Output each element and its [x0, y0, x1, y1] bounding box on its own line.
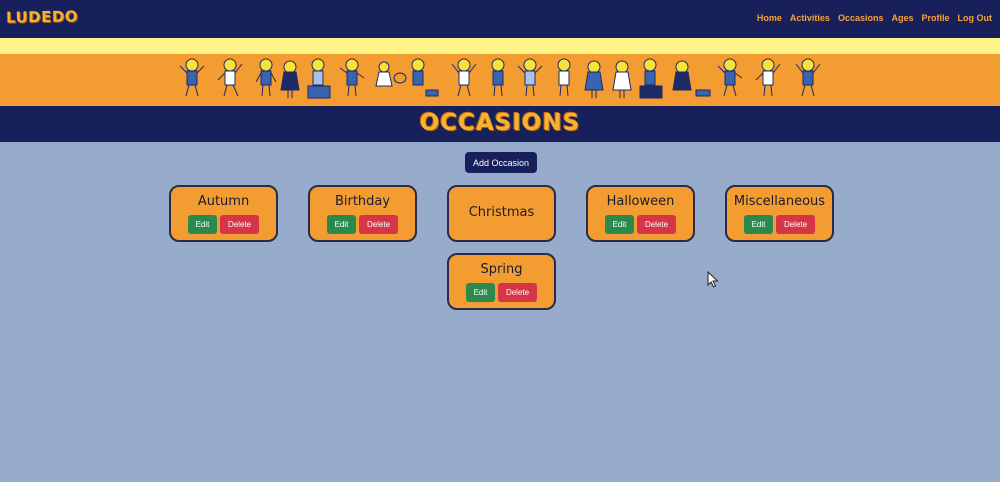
nav-logout[interactable]: Log Out	[958, 13, 993, 23]
delete-button[interactable]: Delete	[637, 215, 676, 234]
occasion-card-halloween: Halloween Edit Delete	[586, 185, 695, 242]
mouse-pointer-icon	[707, 271, 719, 288]
occasion-card-christmas: Christmas	[447, 185, 556, 242]
card-actions: Edit Delete	[588, 215, 693, 234]
nav-ages[interactable]: Ages	[891, 13, 913, 23]
edit-button[interactable]: Edit	[744, 215, 773, 234]
card-actions: Edit Delete	[727, 215, 832, 234]
occasion-name[interactable]: Spring	[449, 262, 554, 277]
occasion-name[interactable]: Birthday	[310, 194, 415, 209]
occasion-card-miscellaneous: Miscellaneous Edit Delete	[725, 185, 834, 242]
card-actions: Edit Delete	[449, 283, 554, 302]
yellow-band	[0, 38, 1000, 54]
edit-button[interactable]: Edit	[188, 215, 217, 234]
nav-occasions[interactable]: Occasions	[838, 13, 884, 23]
delete-button[interactable]: Delete	[359, 215, 398, 234]
nav-profile[interactable]: Profile	[921, 13, 949, 23]
occasion-card-birthday: Birthday Edit Delete	[308, 185, 417, 242]
top-navbar: LUDEDO Home Activities Occasions Ages Pr…	[0, 0, 1000, 38]
occasion-card-spring: Spring Edit Delete	[447, 253, 556, 310]
delete-button[interactable]: Delete	[498, 283, 537, 302]
occasion-card-autumn: Autumn Edit Delete	[169, 185, 278, 242]
children-banner-illustration	[179, 58, 821, 99]
occasion-name[interactable]: Autumn	[171, 194, 276, 209]
occasion-name[interactable]: Christmas	[449, 205, 554, 220]
edit-button[interactable]: Edit	[466, 283, 495, 302]
brand-logo[interactable]: LUDEDO	[6, 7, 78, 26]
card-actions: Edit Delete	[310, 215, 415, 234]
delete-button[interactable]: Delete	[776, 215, 815, 234]
nav-home[interactable]: Home	[757, 13, 782, 23]
occasion-name[interactable]: Halloween	[588, 194, 693, 209]
add-occasion-button[interactable]: Add Occasion	[465, 152, 537, 173]
occasion-name[interactable]: Miscellaneous	[727, 194, 832, 209]
nav-links: Home Activities Occasions Ages Profile L…	[757, 13, 992, 23]
edit-button[interactable]: Edit	[605, 215, 634, 234]
page-title: OCCASIONS	[419, 110, 581, 136]
delete-button[interactable]: Delete	[220, 215, 259, 234]
card-actions: Edit Delete	[171, 215, 276, 234]
nav-activities[interactable]: Activities	[790, 13, 830, 23]
edit-button[interactable]: Edit	[327, 215, 356, 234]
